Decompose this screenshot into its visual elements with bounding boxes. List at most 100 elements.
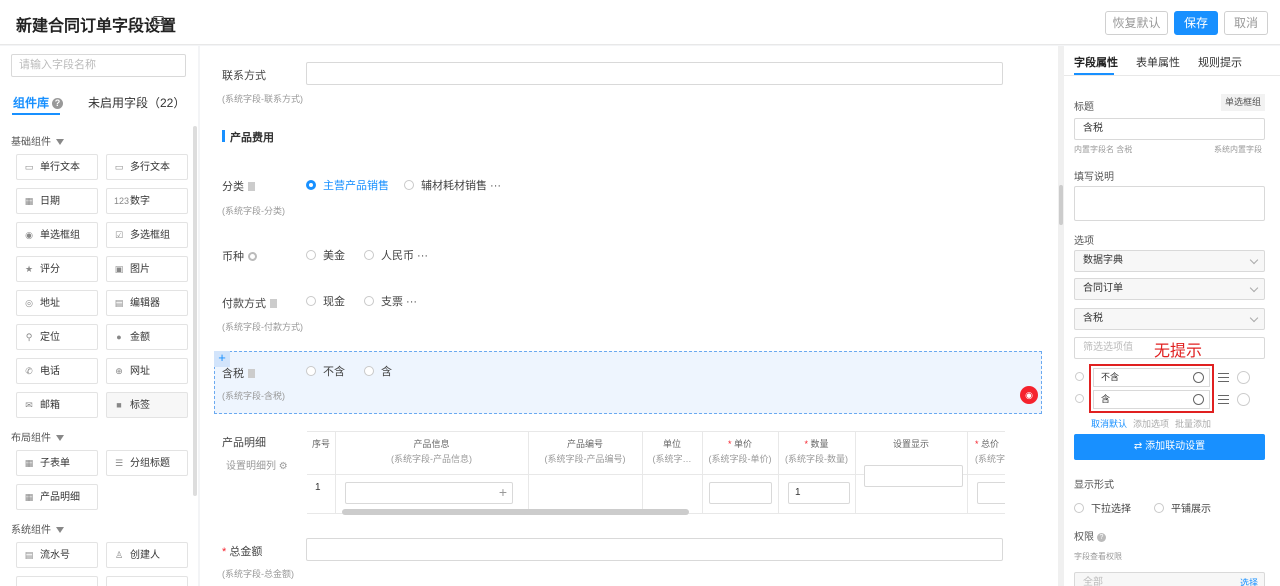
component-rating[interactable]: ★ 评分 (16, 256, 98, 282)
group-basic[interactable]: 基础组件 (11, 133, 64, 148)
dictionary-item-select[interactable]: 含税 (1074, 308, 1265, 330)
component-product-detail[interactable]: ▦ 产品明细 (16, 484, 98, 510)
col-header-unit: 单位 (系统字… (642, 437, 702, 467)
component-locate[interactable]: ⚲ 定位 (16, 324, 98, 350)
default-radio[interactable] (1075, 372, 1084, 381)
radio-cash[interactable]: 现金 (306, 293, 345, 309)
radio-label: 支票 ··· (381, 296, 418, 308)
option-input[interactable]: 不含 (1093, 368, 1210, 387)
table-horizontal-scrollbar[interactable] (342, 509, 689, 515)
doc-icon (270, 299, 277, 308)
component-phone[interactable]: ✆ 电话 (16, 358, 98, 384)
group-layout[interactable]: 布局组件 (11, 429, 64, 444)
product-info-input[interactable]: + (345, 482, 513, 504)
component-single-line[interactable]: ▭ 单行文本 (16, 154, 98, 180)
component-email[interactable]: ✉ 邮箱 (16, 392, 98, 418)
tab-component-library[interactable]: 组件库? (13, 94, 64, 111)
radio-tax-exclusive[interactable]: 不含 (306, 363, 345, 379)
component-amount[interactable]: ● 金额 (106, 324, 188, 350)
component-label: 单选框组 (40, 230, 80, 241)
radio-label: 现金 (323, 296, 345, 308)
component-serial-number[interactable]: ▤ 流水号 (16, 542, 98, 568)
total-price-input[interactable] (977, 482, 1005, 504)
group-label: 基础组件 (11, 137, 51, 148)
help-icon[interactable]: ? (52, 98, 64, 109)
plus-icon[interactable]: + (499, 484, 507, 500)
radio-main-product[interactable]: 主营产品销售 (306, 177, 389, 193)
tab-field-properties[interactable]: 字段属性 (1074, 54, 1118, 70)
option-input[interactable]: 含 (1093, 390, 1210, 409)
contact-input[interactable] (306, 62, 1003, 85)
radio-usd[interactable]: 美金 (306, 247, 345, 263)
component-number[interactable]: 123数字 (106, 188, 188, 214)
unit-price-input[interactable] (709, 482, 772, 504)
batch-add-link[interactable]: 批量添加 (1175, 417, 1211, 430)
default-radio[interactable] (1075, 394, 1084, 403)
tab-form-properties[interactable]: 表单属性 (1136, 54, 1180, 70)
internal-field-type: 系统内置字段 (1214, 145, 1262, 154)
component-group-title[interactable]: ☰ 分组标题 (106, 450, 188, 476)
sidebar-scrollbar[interactable] (193, 126, 197, 496)
drag-handle-icon[interactable] (1218, 373, 1229, 382)
quantity-input[interactable]: 1 (788, 482, 850, 504)
save-button[interactable]: 保存 (1174, 11, 1218, 35)
component-radio-group[interactable]: ◉ 单选框组 (16, 222, 98, 248)
dictionary-select[interactable]: 合同订单 (1074, 278, 1265, 300)
component-partial[interactable] (16, 576, 98, 586)
selected-field-tax[interactable] (214, 351, 1042, 414)
star-icon: ★ (24, 264, 34, 274)
component-partial[interactable] (106, 576, 188, 586)
palette-icon[interactable] (1193, 394, 1204, 405)
permission-label: 权限? (1074, 528, 1106, 543)
component-checkbox-group[interactable]: ☑ 多选框组 (106, 222, 188, 248)
palette-icon[interactable] (1193, 372, 1204, 383)
radio-icon (306, 296, 316, 306)
radio-tiled[interactable]: 平铺展示 (1154, 500, 1211, 515)
display-setting-input[interactable] (864, 465, 963, 487)
restore-default-button[interactable]: 恢复默认 (1105, 11, 1168, 35)
select-link[interactable]: 选择 (1240, 573, 1258, 586)
clear-default-link[interactable]: 取消默认 (1091, 417, 1127, 430)
radio-tax-inclusive[interactable]: 含 (364, 363, 392, 379)
group-label: 布局组件 (11, 433, 51, 444)
add-linkage-button[interactable]: ⇄ 添加联动设置 (1074, 434, 1265, 460)
component-image[interactable]: ▣ 图片 (106, 256, 188, 282)
component-multi-line[interactable]: ▭ 多行文本 (106, 154, 188, 180)
option-settings-icon[interactable] (1237, 371, 1250, 384)
permission-select[interactable]: 全部 选择 (1074, 572, 1265, 586)
set-detail-columns-link[interactable]: 设置明细列 ⚙ (226, 457, 288, 472)
eye-icon[interactable]: ◉ (1020, 386, 1038, 404)
contact-sub: (系统字段-联系方式) (222, 94, 303, 104)
add-option-link[interactable]: 添加选项 (1133, 417, 1169, 430)
title-input[interactable]: 含税 (1074, 118, 1265, 140)
product-detail-table: 序号 产品信息 (系统字段-产品信息) 产品编号 (系统字段-产品编号) 单位 (系统… (307, 431, 1005, 514)
component-address[interactable]: ◎ 地址 (16, 290, 98, 316)
radio-dropdown[interactable]: 下拉选择 (1074, 500, 1131, 515)
component-creator[interactable]: ♙ 创建人 (106, 542, 188, 568)
tab-unused-fields[interactable]: 未启用字段（22） (88, 94, 185, 111)
group-system[interactable]: 系统组件 (11, 521, 64, 536)
component-url[interactable]: ⊕ 网址 (106, 358, 188, 384)
total-amount-input[interactable] (306, 538, 1003, 561)
drag-handle-icon[interactable] (1218, 395, 1229, 404)
option-settings-icon[interactable] (1237, 393, 1250, 406)
radio-label: 美金 (323, 250, 345, 262)
component-subform[interactable]: ▦ 子表单 (16, 450, 98, 476)
component-tag[interactable]: ■ 标签 (106, 392, 188, 418)
cancel-button[interactable]: 取消 (1224, 11, 1268, 35)
component-editor[interactable]: ▤ 编辑器 (106, 290, 188, 316)
radio-rmb[interactable]: 人民币 ··· (364, 247, 428, 263)
canvas-scrollbar-thumb[interactable] (1059, 185, 1063, 225)
total-amount-label: * 总金额 (222, 543, 262, 559)
tab-rule-hints[interactable]: 规则提示 (1198, 54, 1242, 70)
field-search-input[interactable]: 请输入字段名称 (11, 54, 186, 77)
permission-label-text: 权限 (1074, 532, 1094, 543)
layout-icon[interactable] (153, 16, 164, 26)
help-icon[interactable]: ? (1097, 533, 1106, 542)
component-date[interactable]: ▦ 日期 (16, 188, 98, 214)
description-textarea[interactable] (1074, 186, 1265, 221)
radio-check[interactable]: 支票 ··· (364, 293, 417, 309)
radio-accessory[interactable]: 辅材耗材销售 ··· (404, 177, 501, 193)
user-icon: ♙ (114, 550, 124, 560)
options-source-select[interactable]: 数据字典 (1074, 250, 1265, 272)
